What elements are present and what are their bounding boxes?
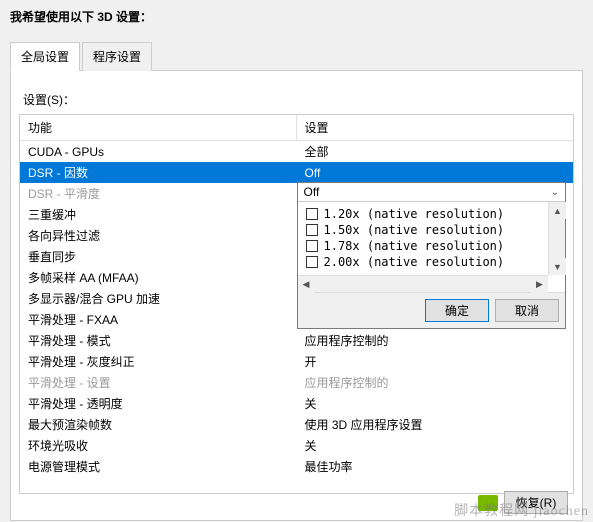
tab-program[interactable]: 程序设置 (82, 42, 152, 71)
dropdown-option-label: 1.20x (native resolution) (324, 207, 505, 221)
panel-global: 设置(S)： 功能 设置 CUDA - GPUs全部DSR - 因数OffDSR… (10, 71, 583, 521)
settings-table: 功能 设置 CUDA - GPUs全部DSR - 因数OffDSR - 平滑度三… (19, 114, 574, 494)
cell-value: 开 (297, 351, 574, 372)
cell-feature: 垂直同步 (20, 246, 297, 267)
cell-value: 最佳功率 (297, 456, 574, 477)
cell-feature: 最大预渲染帧数 (20, 414, 297, 435)
dropdown-option[interactable]: 2.00x (native resolution) (302, 254, 562, 270)
table-row[interactable]: 平滑处理 - 透明度关 (20, 393, 573, 414)
settings-label: 设置(S)： (23, 91, 574, 108)
dropdown-option-label: 2.00x (native resolution) (324, 255, 505, 269)
cell-value: 关 (297, 393, 574, 414)
table-row[interactable]: 环境光吸收关 (20, 435, 573, 456)
restore-button[interactable]: 恢复(R) (504, 491, 568, 514)
table-row[interactable]: DSR - 因数Off (20, 162, 573, 183)
table-row[interactable]: 最大预渲染帧数使用 3D 应用程序设置 (20, 414, 573, 435)
cell-feature: DSR - 平滑度 (20, 183, 297, 204)
checkbox-icon[interactable] (306, 224, 318, 236)
cell-feature: 多显示器/混合 GPU 加速 (20, 288, 297, 309)
footer: 恢复(R) (478, 491, 568, 514)
cell-feature: 平滑处理 - 模式 (20, 330, 297, 351)
table-row[interactable]: 平滑处理 - 模式应用程序控制的 (20, 330, 573, 351)
cell-value: 应用程序控制的 (297, 372, 574, 393)
ok-button[interactable]: 确定 (425, 299, 489, 322)
dropdown-option-label: 1.78x (native resolution) (324, 239, 505, 253)
cell-value: 关 (297, 435, 574, 456)
scroll-up-icon[interactable]: ▲ (549, 202, 566, 219)
scroll-down-icon[interactable]: ▼ (549, 258, 566, 275)
cell-value: 应用程序控制的 (297, 330, 574, 351)
checkbox-icon[interactable] (306, 256, 318, 268)
cell-feature: 各向异性过滤 (20, 225, 297, 246)
dropdown-option[interactable]: 1.50x (native resolution) (302, 222, 562, 238)
cell-feature: 环境光吸收 (20, 435, 297, 456)
tab-global[interactable]: 全局设置 (10, 42, 80, 71)
scroll-right-icon[interactable]: ▶ (531, 276, 548, 293)
cell-feature: 平滑处理 - FXAA (20, 309, 297, 330)
nvidia-icon (478, 495, 498, 511)
table-row[interactable]: 平滑处理 - 灰度纠正开 (20, 351, 573, 372)
cell-feature: 平滑处理 - 设置 (20, 372, 297, 393)
dropdown-option[interactable]: 1.78x (native resolution) (302, 238, 562, 254)
cancel-button[interactable]: 取消 (495, 299, 559, 322)
table-header: 功能 设置 (20, 115, 573, 141)
col-feature[interactable]: 功能 (20, 115, 297, 140)
dropdown-buttons: 确定 取消 (298, 292, 566, 328)
cell-feature: 平滑处理 - 透明度 (20, 393, 297, 414)
dropdown-list: 1.20x (native resolution) 1.50x (native r… (298, 202, 566, 292)
scrollbar-horizontal[interactable]: ◀ ▶ (298, 275, 549, 292)
cell-value: 使用 3D 应用程序设置 (297, 414, 574, 435)
scrollbar-vertical[interactable]: ▲ ▼ (548, 202, 565, 275)
cell-feature: 三重缓冲 (20, 204, 297, 225)
cell-feature: CUDA - GPUs (20, 143, 297, 161)
cell-feature: 多帧采样 AA (MFAA) (20, 267, 297, 288)
dsr-dropdown: Off ⌄ 1.20x (native resolution) 1.50x (na… (297, 182, 567, 329)
dropdown-option-label: 1.50x (native resolution) (324, 223, 505, 237)
chevron-down-icon: ⌄ (551, 187, 559, 198)
cell-feature: 电源管理模式 (20, 456, 297, 477)
dropdown-option[interactable]: 1.20x (native resolution) (302, 206, 562, 222)
table-row[interactable]: 电源管理模式最佳功率 (20, 456, 573, 477)
table-row[interactable]: CUDA - GPUs全部 (20, 141, 573, 162)
dropdown-selected[interactable]: Off ⌄ (298, 183, 566, 202)
tabs: 全局设置 程序设置 (10, 41, 583, 71)
checkbox-icon[interactable] (306, 208, 318, 220)
cell-value: Off (297, 164, 574, 182)
page-title: 我希望使用以下 3D 设置： (0, 0, 593, 33)
table-row[interactable]: 平滑处理 - 设置应用程序控制的 (20, 372, 573, 393)
scroll-left-icon[interactable]: ◀ (298, 276, 315, 293)
col-setting[interactable]: 设置 (297, 115, 574, 140)
cell-feature: 平滑处理 - 灰度纠正 (20, 351, 297, 372)
dropdown-selected-text: Off (304, 185, 320, 199)
cell-value: 全部 (297, 141, 574, 162)
cell-feature: DSR - 因数 (20, 162, 297, 183)
checkbox-icon[interactable] (306, 240, 318, 252)
